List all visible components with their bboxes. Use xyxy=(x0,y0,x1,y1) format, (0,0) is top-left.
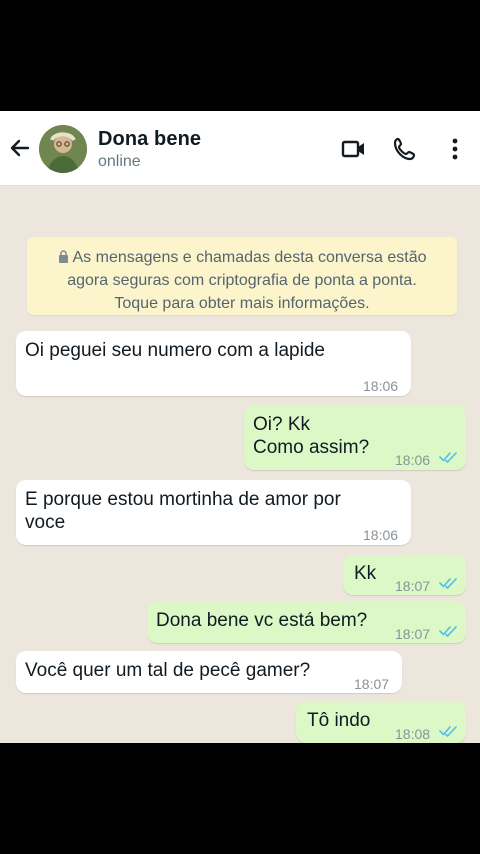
double-check-icon xyxy=(439,726,457,737)
message-text: Dona bene vc está bem? xyxy=(156,610,368,631)
message-text-line-2: Como assim? xyxy=(253,437,370,458)
more-options-button[interactable] xyxy=(443,135,471,163)
contact-status: online xyxy=(98,153,141,170)
message-time: 18:07 xyxy=(395,626,431,642)
message-bubble-outgoing[interactable]: Dona bene vc está bem? 18:07 xyxy=(147,601,466,643)
message-text: Oi peguei seu numero com a lapide xyxy=(25,340,325,361)
encryption-notice[interactable]: As mensagens e chamadas desta conversa e… xyxy=(27,237,457,315)
message-time: 18:08 xyxy=(395,726,431,742)
video-call-icon xyxy=(341,140,364,158)
notice-line-1: As mensagens e chamadas desta conversa e… xyxy=(72,249,427,266)
message-bubble-incoming[interactable]: E porque estou mortinha de amor por voce… xyxy=(16,480,411,545)
message-text: Kk xyxy=(354,563,377,584)
message-text-line-2: voce xyxy=(25,512,66,533)
message-text: Você quer um tal de pecê gamer? xyxy=(25,660,311,681)
double-check-icon xyxy=(439,626,457,637)
message-time: 18:07 xyxy=(395,578,431,594)
notice-line-2: agora seguras com criptografia de ponta … xyxy=(67,272,417,289)
avatar-photo xyxy=(39,125,87,173)
back-arrow-icon xyxy=(10,139,30,157)
message-time: 18:06 xyxy=(395,452,431,468)
message-text-line-1: E porque estou mortinha de amor por xyxy=(25,489,341,510)
message-time: 18:06 xyxy=(363,378,399,394)
voice-call-button[interactable] xyxy=(391,135,419,163)
message-bubble-outgoing[interactable]: Tô indo 18:08 xyxy=(296,701,466,743)
message-bubble-incoming[interactable]: Oi peguei seu numero com a lapide 18:06 xyxy=(16,331,411,396)
more-options-icon xyxy=(452,138,458,160)
notice-line: As mensagens e chamadas desta conversa e… xyxy=(27,246,457,269)
notice-line-3: Toque para obter mais informações. xyxy=(114,295,370,312)
double-check-icon xyxy=(439,452,457,463)
message-bubble-outgoing[interactable]: Oi? Kk Como assim? 18:06 xyxy=(244,405,466,470)
message-time: 18:06 xyxy=(363,527,399,543)
message-bubble-outgoing[interactable]: Kk 18:07 xyxy=(343,555,466,595)
double-check-icon xyxy=(439,578,457,589)
message-text: Tô indo xyxy=(307,710,371,731)
chat-header: Dona bene online xyxy=(0,111,480,186)
message-bubble-incoming[interactable]: Você quer um tal de pecê gamer? 18:07 xyxy=(16,651,402,693)
lock-icon xyxy=(58,250,68,263)
video-call-button[interactable] xyxy=(340,135,368,163)
message-text-line-1: Oi? Kk xyxy=(253,414,311,435)
back-button[interactable] xyxy=(6,134,34,162)
contact-name[interactable]: Dona bene xyxy=(98,128,201,151)
phone-icon xyxy=(393,137,416,161)
message-time: 18:07 xyxy=(354,676,390,692)
avatar[interactable] xyxy=(39,125,87,173)
chat-screen: Dona bene online As mensagens e chamadas… xyxy=(0,111,480,743)
